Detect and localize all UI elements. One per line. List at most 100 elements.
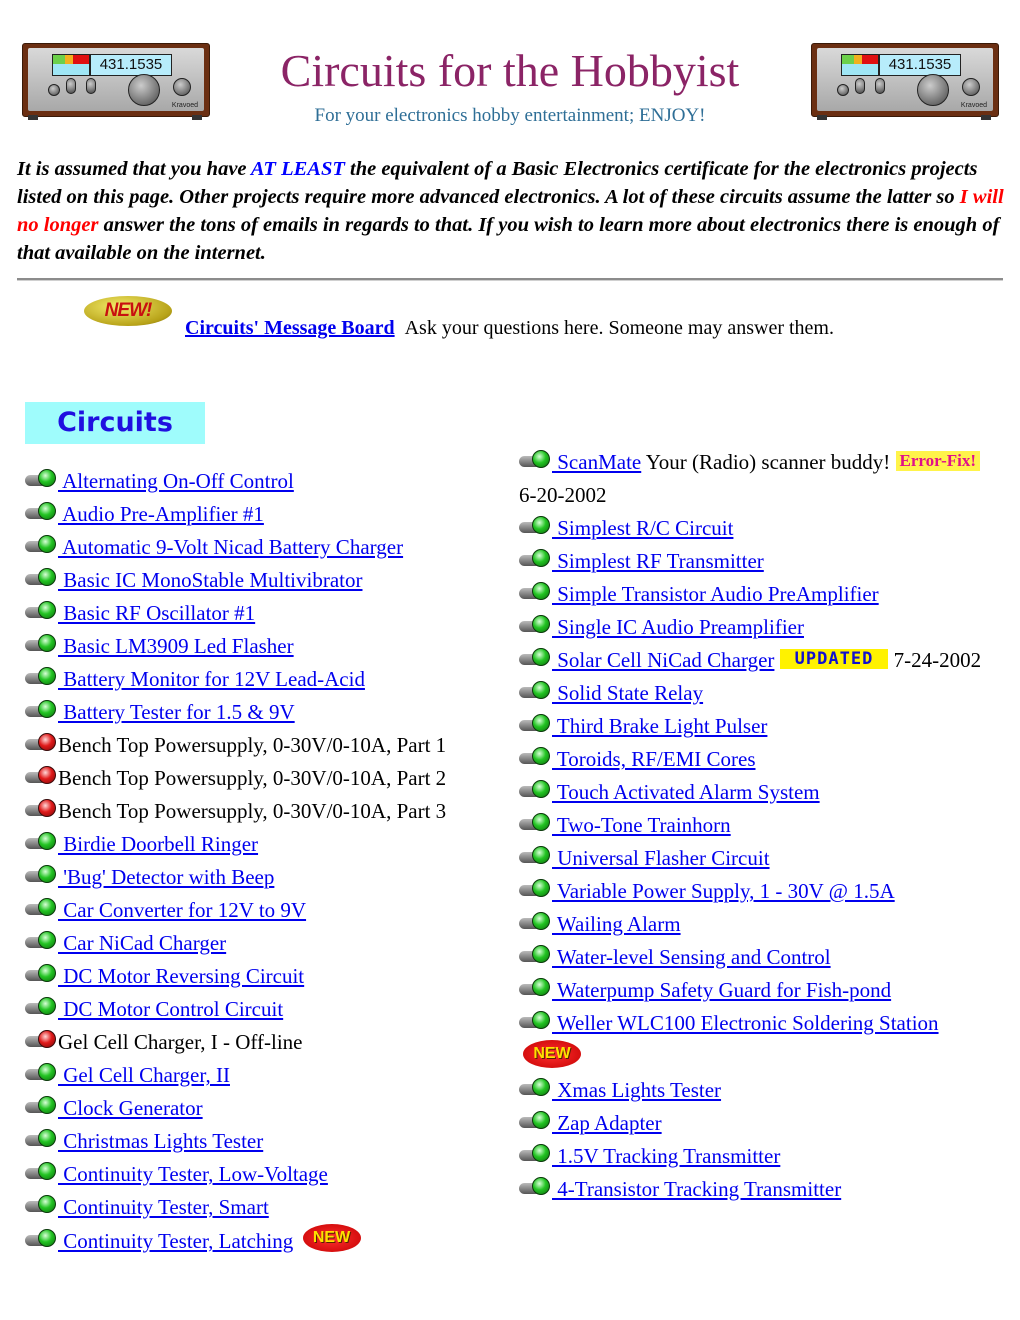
list-item: 4-Transistor Tracking Transmitter [519, 1173, 989, 1206]
green-led-bullet-icon [25, 1162, 57, 1182]
green-led-bullet-icon [25, 832, 57, 852]
list-item: Bench Top Powersupply, 0-30V/0-10A, Part… [25, 762, 505, 795]
circuit-link[interactable]: Touch Activated Alarm System [552, 780, 820, 804]
circuit-link[interactable]: Continuity Tester, Low-Voltage [58, 1162, 328, 1186]
list-item: 1.5V Tracking Transmitter [519, 1140, 989, 1173]
circuit-link[interactable]: Solid State Relay [552, 681, 703, 705]
circuit-link[interactable]: Waterpump Safety Guard for Fish-pond [552, 978, 891, 1002]
circuit-link[interactable]: Christmas Lights Tester [58, 1129, 263, 1153]
green-led-bullet-icon [25, 568, 57, 588]
list-item: Water-level Sensing and Control [519, 941, 989, 974]
green-led-bullet-icon [519, 516, 551, 536]
circuit-link[interactable]: Gel Cell Charger, II [58, 1063, 230, 1087]
list-item: Simple Transistor Audio PreAmplifier [519, 578, 989, 611]
list-item: Xmas Lights Tester [519, 1074, 989, 1107]
message-board-link[interactable]: Circuits' Message Board [185, 317, 395, 339]
circuit-label: Bench Top Powersupply, 0-30V/0-10A, Part… [58, 733, 447, 757]
list-item: Basic RF Oscillator #1 [25, 597, 505, 630]
circuits-list-right: ScanMate Your (Radio) scanner buddy! Err… [519, 446, 989, 1206]
update-date: 6-20-2002 [519, 483, 607, 507]
red-led-bullet-icon [25, 733, 57, 753]
update-date: 7-24-2002 [893, 648, 982, 672]
green-led-bullet-icon [519, 1011, 551, 1031]
list-item: 'Bug' Detector with Beep [25, 861, 505, 894]
list-item: Simplest RF Transmitter [519, 545, 989, 578]
list-item: Wailing Alarm [519, 908, 989, 941]
circuit-link[interactable]: ScanMate [552, 450, 641, 474]
circuit-link[interactable]: Variable Power Supply, 1 - 30V @ 1.5A [552, 879, 895, 903]
circuit-link[interactable]: Water-level Sensing and Control [552, 945, 831, 969]
green-led-bullet-icon [25, 634, 57, 654]
circuit-link[interactable]: 4-Transistor Tracking Transmitter [552, 1177, 841, 1201]
list-item: Bench Top Powersupply, 0-30V/0-10A, Part… [25, 795, 505, 828]
list-item: Clock Generator [25, 1092, 505, 1125]
circuit-link[interactable]: DC Motor Control Circuit [58, 997, 283, 1021]
list-item: Two-Tone Trainhorn [519, 809, 989, 842]
circuit-link[interactable]: Basic RF Oscillator #1 [58, 601, 255, 625]
circuit-link[interactable]: Wailing Alarm [552, 912, 681, 936]
circuit-link[interactable]: Car NiCad Charger [58, 931, 226, 955]
circuit-link[interactable]: 'Bug' Detector with Beep [58, 865, 274, 889]
green-led-bullet-icon [25, 1096, 57, 1116]
red-led-bullet-icon [25, 766, 57, 786]
circuit-link[interactable]: Third Brake Light Pulser [552, 714, 768, 738]
green-led-bullet-icon [25, 1063, 57, 1083]
list-item: Variable Power Supply, 1 - 30V @ 1.5A [519, 875, 989, 908]
list-item: Audio Pre-Amplifier #1 [25, 498, 505, 531]
circuit-link[interactable]: DC Motor Reversing Circuit [58, 964, 304, 988]
green-led-bullet-icon [519, 945, 551, 965]
red-led-bullet-icon [25, 799, 57, 819]
green-led-bullet-icon [519, 1078, 551, 1098]
circuit-link[interactable]: Single IC Audio Preamplifier [552, 615, 804, 639]
error-fix-badge: Error-Fix! [895, 451, 981, 471]
green-led-bullet-icon [519, 780, 551, 800]
circuit-link[interactable]: Audio Pre-Amplifier #1 [58, 502, 264, 526]
circuit-link[interactable]: Universal Flasher Circuit [552, 846, 769, 870]
green-led-bullet-icon [25, 601, 57, 621]
list-item: Automatic 9-Volt Nicad Battery Charger [25, 531, 505, 564]
list-item: DC Motor Reversing Circuit [25, 960, 505, 993]
circuit-link[interactable]: Clock Generator [58, 1096, 202, 1120]
circuit-link[interactable]: Toroids, RF/EMI Cores [552, 747, 756, 771]
red-led-bullet-icon [25, 1030, 57, 1050]
circuit-link[interactable]: Solar Cell NiCad Charger [552, 648, 774, 672]
green-led-bullet-icon [519, 1144, 551, 1164]
circuit-link[interactable]: Alternating On-Off Control [58, 469, 294, 493]
page-title: Circuits for the Hobbyist [280, 45, 740, 96]
circuit-link[interactable]: Xmas Lights Tester [552, 1078, 721, 1102]
circuit-link[interactable]: Continuity Tester, Latching [58, 1229, 293, 1253]
new-badge: NEW [302, 1224, 361, 1252]
list-item: Solid State Relay [519, 677, 989, 710]
green-led-bullet-icon [519, 747, 551, 767]
green-led-bullet-icon [25, 502, 57, 522]
list-item: Bench Top Powersupply, 0-30V/0-10A, Part… [25, 729, 505, 762]
green-led-bullet-icon [519, 714, 551, 734]
circuit-link[interactable]: Weller WLC100 Electronic Soldering Stati… [552, 1011, 939, 1035]
list-item: Battery Monitor for 12V Lead-Acid [25, 663, 505, 696]
message-board-line: Circuits' Message Board Ask your questio… [185, 315, 834, 341]
circuit-link[interactable]: Simplest RF Transmitter [552, 549, 764, 573]
circuit-link[interactable]: Simple Transistor Audio PreAmplifier [552, 582, 878, 606]
circuit-link[interactable]: Two-Tone Trainhorn [552, 813, 731, 837]
list-item: Alternating On-Off Control [25, 465, 505, 498]
circuit-link[interactable]: Basic LM3909 Led Flasher [58, 634, 293, 658]
circuit-label: Bench Top Powersupply, 0-30V/0-10A, Part… [58, 766, 447, 790]
circuit-link[interactable]: 1.5V Tracking Transmitter [552, 1144, 780, 1168]
circuit-link[interactable]: Basic IC MonoStable Multivibrator [58, 568, 362, 592]
circuit-link[interactable]: Birdie Doorbell Ringer [58, 832, 258, 856]
item-description: Your (Radio) scanner buddy! [645, 450, 891, 474]
list-item: Basic IC MonoStable Multivibrator [25, 564, 505, 597]
list-item: Simplest R/C Circuit [519, 512, 989, 545]
circuit-link[interactable]: Battery Monitor for 12V Lead-Acid [58, 667, 365, 691]
circuit-link[interactable]: Zap Adapter [552, 1111, 661, 1135]
green-led-bullet-icon [519, 978, 551, 998]
circuit-link[interactable]: Battery Tester for 1.5 & 9V [58, 700, 294, 724]
circuit-link[interactable]: Car Converter for 12V to 9V [58, 898, 306, 922]
list-item: Waterpump Safety Guard for Fish-pond [519, 974, 989, 1007]
circuit-link[interactable]: Continuity Tester, Smart [58, 1195, 269, 1219]
list-item: Birdie Doorbell Ringer [25, 828, 505, 861]
circuit-link[interactable]: Automatic 9-Volt Nicad Battery Charger [58, 535, 403, 559]
list-item: Solar Cell NiCad Charger UPDATED 7-24-20… [519, 644, 989, 677]
green-led-bullet-icon [25, 700, 57, 720]
circuit-link[interactable]: Simplest R/C Circuit [552, 516, 733, 540]
